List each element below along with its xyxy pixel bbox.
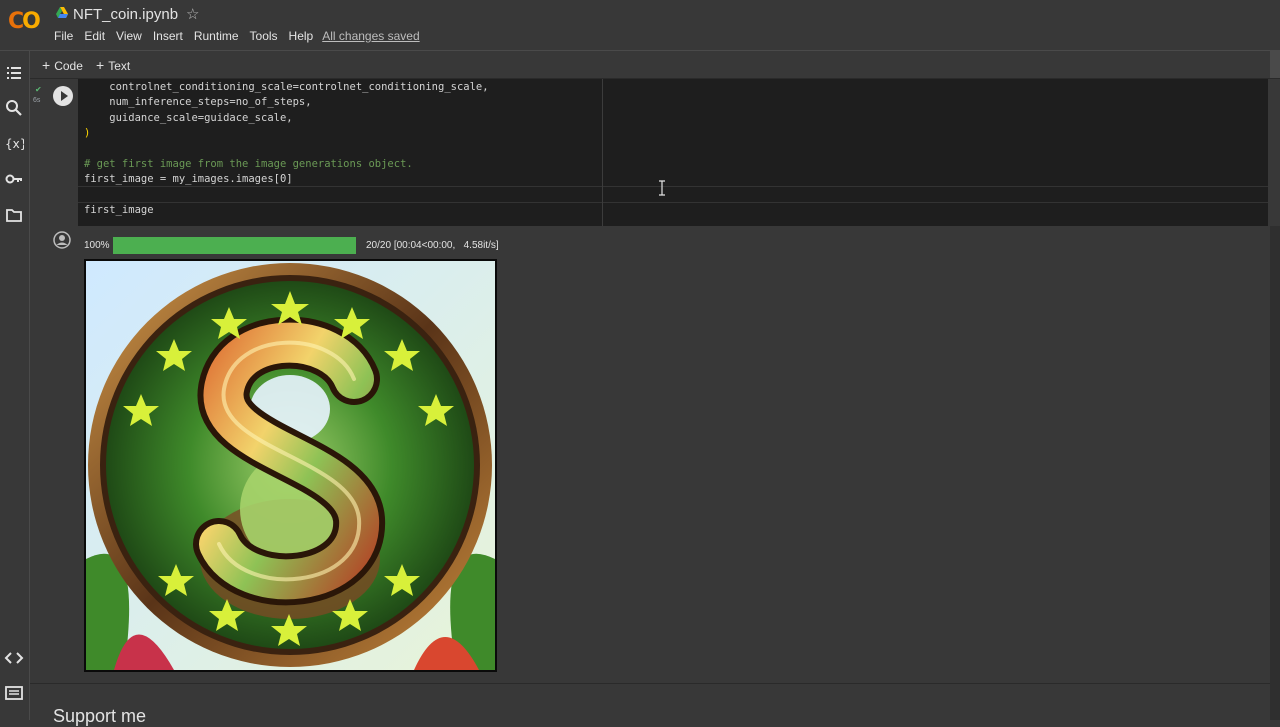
code-line[interactable]: )	[84, 127, 90, 139]
progress-stats: 20/20 [00:04<00:00, 4.58it/s]	[366, 240, 499, 251]
code-line[interactable]: num_inference_steps=no_of_steps,	[84, 96, 311, 108]
checkmark-icon: ✔	[35, 85, 42, 94]
top-header: CO NFT_coin.ipynb ☆ File Edit View Inser…	[0, 0, 1280, 50]
current-line-highlight	[78, 186, 1268, 203]
menu-view[interactable]: View	[116, 29, 142, 43]
menu-tools[interactable]: Tools	[250, 29, 278, 43]
menu-bar: File Edit View Insert Runtime Tools Help…	[54, 29, 431, 43]
code-line[interactable]: guidance_scale=guidace_scale,	[84, 112, 292, 124]
progress-bar	[113, 237, 356, 254]
generated-coin-image	[84, 259, 497, 672]
run-cell-button[interactable]	[53, 86, 73, 106]
left-rail: {x}	[0, 51, 30, 720]
svg-text:{x}: {x}	[5, 137, 24, 151]
notebook-title[interactable]: NFT_coin.ipynb	[73, 6, 178, 23]
cell-toolbar: + Code + Text	[30, 51, 1280, 79]
code-line[interactable]: first_image	[84, 204, 154, 216]
vertical-scrollbar[interactable]	[1270, 226, 1280, 720]
key-icon[interactable]	[4, 169, 24, 189]
text-cursor-icon	[659, 180, 665, 196]
code-comment-line[interactable]: # get first image from the image generat…	[84, 158, 413, 170]
menu-help[interactable]: Help	[289, 29, 314, 43]
progress-bar-fill	[113, 237, 356, 254]
progress-percent: 100%	[84, 240, 110, 251]
editor-ruler	[602, 79, 603, 226]
progress-steps: 20/20	[366, 240, 392, 251]
output-divider	[30, 683, 1270, 684]
variables-icon[interactable]: {x}	[4, 133, 24, 153]
code-line[interactable]: controlnet_conditioning_scale=controlnet…	[84, 81, 488, 93]
scrollbar-top[interactable]	[1270, 51, 1280, 78]
terminal-icon[interactable]	[4, 683, 24, 703]
execution-time: 6s	[33, 97, 41, 104]
folder-icon[interactable]	[4, 205, 24, 225]
progress-rate: 4.58it/s]	[463, 240, 499, 251]
output-menu-icon[interactable]	[53, 231, 71, 249]
colab-logo[interactable]: CO	[8, 9, 41, 34]
save-status[interactable]: All changes saved	[322, 29, 419, 43]
toc-icon[interactable]	[4, 63, 24, 83]
star-icon[interactable]: ☆	[186, 5, 199, 23]
drive-icon	[56, 7, 68, 18]
code-line[interactable]: first_image = my_images.images[0]	[84, 173, 293, 185]
menu-file[interactable]: File	[54, 29, 73, 43]
menu-runtime[interactable]: Runtime	[194, 29, 239, 43]
menu-insert[interactable]: Insert	[153, 29, 183, 43]
search-icon[interactable]	[4, 98, 24, 118]
add-code-button[interactable]: + Code	[42, 57, 83, 73]
progress-time: [00:04<00:00,	[393, 240, 456, 251]
section-heading: Support me	[53, 706, 147, 726]
code-snippets-icon[interactable]	[4, 648, 24, 668]
menu-edit[interactable]: Edit	[84, 29, 105, 43]
add-text-button[interactable]: + Text	[96, 57, 130, 73]
